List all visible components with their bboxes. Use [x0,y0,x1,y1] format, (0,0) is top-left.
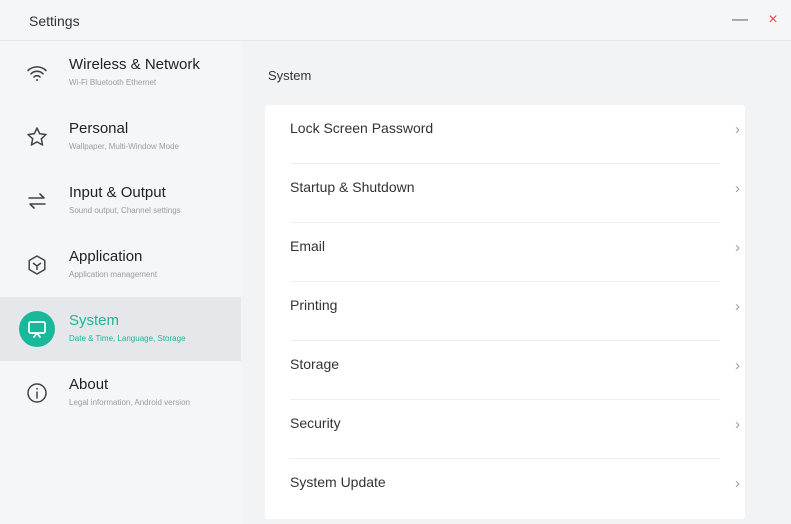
minimize-button[interactable]: — [729,9,751,31]
main-content: System Lock Screen Password › Startup & … [242,41,791,524]
row-label: Storage [290,356,340,372]
app-title: Settings [29,13,80,29]
sidebar: Wireless & Network Wi-Fi Bluetooth Ether… [0,41,241,524]
chevron-right-icon: › [735,475,740,492]
sidebar-item-application[interactable]: Application Application management [0,233,241,297]
sidebar-item-subtitle: Application management [69,270,158,279]
setting-row-lock-screen-password[interactable]: Lock Screen Password › [265,105,745,164]
sidebar-item-label: Input & Output [69,184,166,201]
info-icon [19,375,55,411]
chevron-right-icon: › [735,298,740,315]
sidebar-item-subtitle: Date & Time, Language, Storage [69,334,186,343]
sidebar-item-subtitle: Legal information, Android version [69,398,190,407]
row-label: System Update [290,474,386,490]
setting-row-storage[interactable]: Storage › [265,341,745,400]
chevron-right-icon: › [735,416,740,433]
sidebar-item-label: System [69,312,120,329]
sidebar-item-label: Application [69,248,143,265]
setting-row-printing[interactable]: Printing › [265,282,745,341]
chevron-right-icon: › [735,357,740,374]
hexagon-icon [19,247,55,283]
chevron-right-icon: › [735,239,740,256]
title-bar: Settings — × [0,0,791,41]
sidebar-item-label: About [69,376,109,393]
wifi-icon [19,55,55,91]
sidebar-item-wireless-network[interactable]: Wireless & Network Wi-Fi Bluetooth Ether… [0,41,241,105]
sidebar-item-subtitle: Sound output, Channel settings [69,206,181,215]
sidebar-item-system[interactable]: System Date & Time, Language, Storage [0,297,241,361]
sidebar-item-label: Wireless & Network [69,56,200,73]
row-label: Lock Screen Password [290,120,434,136]
sidebar-item-subtitle: Wallpaper, Multi-Window Mode [69,142,179,151]
close-button[interactable]: × [762,9,784,31]
swap-arrows-icon [19,183,55,219]
setting-row-startup-shutdown[interactable]: Startup & Shutdown › [265,164,745,223]
chevron-right-icon: › [735,180,740,197]
row-label: Printing [290,297,338,313]
sidebar-item-label: Personal [69,120,129,137]
row-label: Startup & Shutdown [290,179,415,195]
star-icon [19,119,55,155]
sidebar-item-input-output[interactable]: Input & Output Sound output, Channel set… [0,169,241,233]
chevron-right-icon: › [735,121,740,138]
sidebar-item-personal[interactable]: Personal Wallpaper, Multi-Window Mode [0,105,241,169]
monitor-icon [19,311,55,347]
sidebar-item-subtitle: Wi-Fi Bluetooth Ethernet [69,78,157,87]
section-title: System [268,68,312,83]
sidebar-item-about[interactable]: About Legal information, Android version [0,361,241,425]
setting-row-system-update[interactable]: System Update › [265,459,745,518]
setting-row-security[interactable]: Security › [265,400,745,459]
row-label: Email [290,238,326,254]
settings-list: Lock Screen Password › Startup & Shutdow… [265,105,745,519]
setting-row-email[interactable]: Email › [265,223,745,282]
row-label: Security [290,415,341,431]
